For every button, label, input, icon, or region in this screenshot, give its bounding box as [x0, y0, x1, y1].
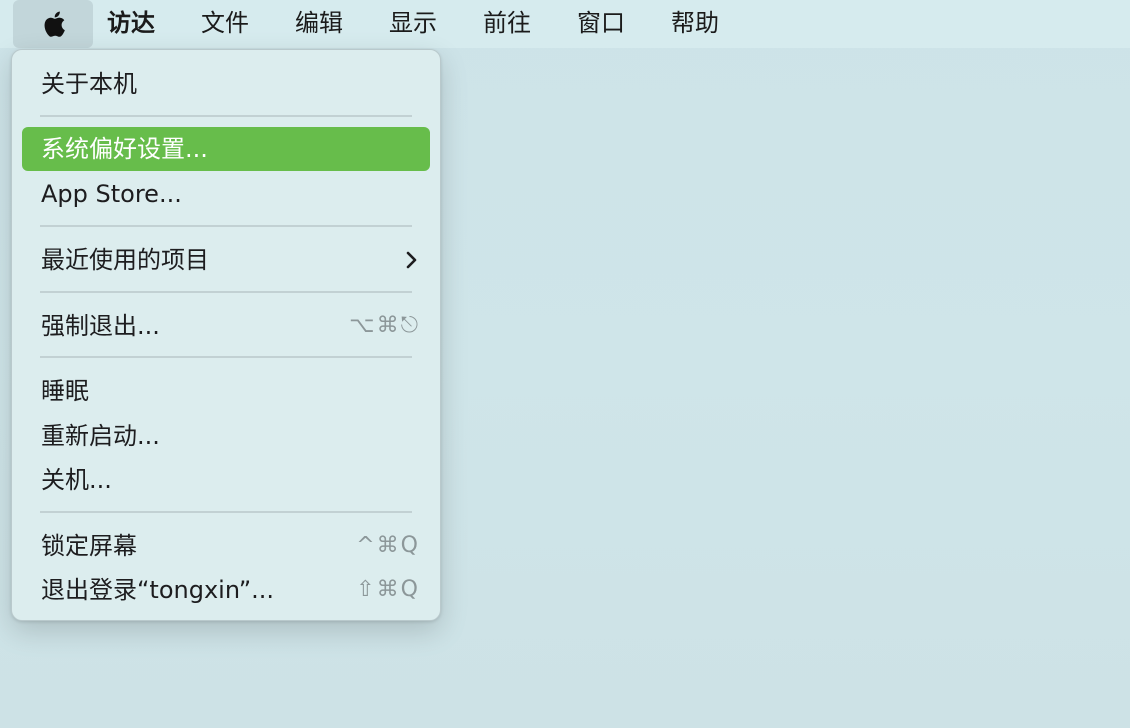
- menu-item-restart-label: 重新启动...: [41, 422, 160, 450]
- menu-item-force-quit-label: 强制退出...: [41, 312, 160, 340]
- menu-help[interactable]: 帮助: [671, 0, 719, 48]
- menu-separator: [40, 291, 412, 293]
- menu-view[interactable]: 显示: [389, 0, 437, 48]
- menu-bar: 访达 文件 编辑 显示 前往 窗口 帮助: [0, 0, 1130, 48]
- force-quit-shortcut: ⌥⌘⎋: [349, 313, 420, 338]
- menu-file[interactable]: 文件: [201, 0, 249, 48]
- chevron-right-icon: [406, 251, 417, 269]
- menu-window[interactable]: 窗口: [577, 0, 625, 48]
- menu-item-sleep[interactable]: 睡眠: [22, 369, 430, 413]
- menu-item-app-store-label: App Store...: [41, 180, 182, 208]
- log-out-shortcut: ⇧⌘Q: [356, 577, 420, 602]
- menu-item-log-out[interactable]: 退出登录“tongxin”... ⇧⌘Q: [22, 568, 430, 612]
- menu-item-lock-screen[interactable]: 锁定屏幕 ^⌘Q: [22, 524, 430, 568]
- menu-item-shutdown[interactable]: 关机...: [22, 458, 430, 502]
- menu-edit[interactable]: 编辑: [295, 0, 343, 48]
- menu-item-force-quit[interactable]: 强制退出... ⌥⌘⎋: [22, 304, 430, 348]
- menu-go[interactable]: 前往: [483, 0, 531, 48]
- menu-item-restart[interactable]: 重新启动...: [22, 414, 430, 458]
- menu-app-name[interactable]: 访达: [107, 0, 155, 48]
- menu-item-app-store[interactable]: App Store...: [22, 172, 430, 216]
- menu-item-about-label: 关于本机: [41, 70, 137, 98]
- lock-screen-shortcut: ^⌘Q: [356, 533, 420, 558]
- menu-item-shutdown-label: 关机...: [41, 466, 112, 494]
- menu-item-recent-items[interactable]: 最近使用的项目: [22, 238, 430, 282]
- menu-item-recent-items-label: 最近使用的项目: [41, 246, 209, 274]
- apple-logo-icon: [44, 11, 65, 37]
- menu-item-system-preferences-label: 系统偏好设置...: [41, 135, 208, 163]
- menu-item-log-out-label: 退出登录“tongxin”...: [41, 576, 275, 604]
- menu-separator: [40, 115, 412, 117]
- apple-menu-dropdown: 关于本机 系统偏好设置... App Store... 最近使用的项目 强制退出…: [11, 49, 441, 621]
- menu-separator: [40, 511, 412, 513]
- menu-separator: [40, 356, 412, 358]
- menu-separator: [40, 225, 412, 227]
- apple-menu-button[interactable]: [13, 0, 93, 48]
- menu-item-lock-screen-label: 锁定屏幕: [41, 532, 137, 560]
- menu-item-system-preferences[interactable]: 系统偏好设置...: [22, 127, 430, 171]
- menu-item-sleep-label: 睡眠: [41, 377, 89, 405]
- menu-item-about[interactable]: 关于本机: [22, 62, 430, 106]
